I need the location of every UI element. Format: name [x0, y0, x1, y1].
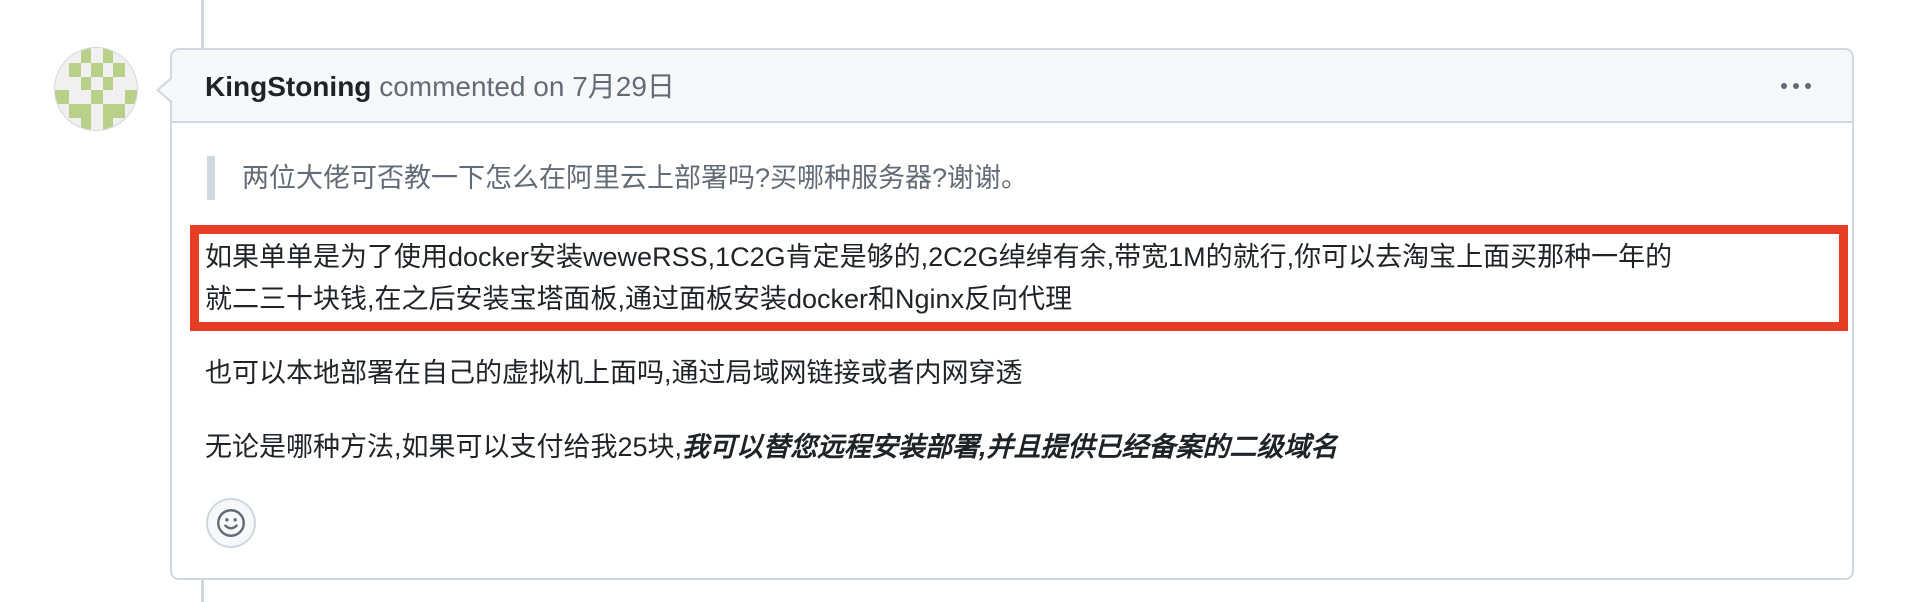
paragraph-3-emphasis: 我可以替您远程安装部署,并且提供已经备案的二级域名 — [682, 432, 1338, 462]
add-reaction-button[interactable] — [206, 498, 256, 548]
timeline-page: KingStoning commented on 7月29日 两位大佬可否教一下… — [0, 0, 1922, 602]
comment-box: KingStoning commented on 7月29日 两位大佬可否教一下… — [156, 48, 1854, 580]
kebab-horizontal-icon — [1781, 83, 1787, 89]
comment-date-prefix: on — [533, 71, 565, 102]
author-link[interactable]: KingStoning — [205, 71, 371, 102]
comment-header: KingStoning commented on 7月29日 — [172, 50, 1852, 123]
body-paragraph-1-line-1: 如果单单是为了使用docker安装weweRSS,1C2G肯定是够的,2C2G绰… — [205, 242, 1673, 272]
body-paragraph-3: 无论是哪种方法,如果可以支付给我25块,我可以替您远程安装部署,并且提供已经备案… — [205, 426, 1338, 468]
comment-header-text: KingStoning commented on 7月29日 — [205, 70, 675, 104]
avatar[interactable] — [54, 47, 138, 131]
kebab-dot — [1805, 83, 1811, 89]
body-paragraph-1-line-2: 就二三十块钱,在之后安装宝塔面板,通过面板安装docker和Nginx反向代理 — [205, 284, 1073, 314]
blockquote: 两位大佬可否教一下怎么在阿里云上部署吗?买哪种服务器?谢谢。 — [207, 156, 1028, 200]
comment-action: commented — [379, 71, 526, 102]
smiley-icon — [217, 509, 245, 537]
identicon-avatar — [55, 48, 137, 130]
more-options-button[interactable] — [1774, 66, 1818, 106]
body-paragraph-2: 也可以本地部署在自己的虚拟机上面吗,通过局域网链接或者内网穿透 — [205, 358, 1023, 388]
paragraph-3-plain: 无论是哪种方法,如果可以支付给我25块, — [205, 432, 683, 462]
comment-date[interactable]: 7月29日 — [572, 71, 675, 102]
kebab-dot — [1793, 83, 1799, 89]
